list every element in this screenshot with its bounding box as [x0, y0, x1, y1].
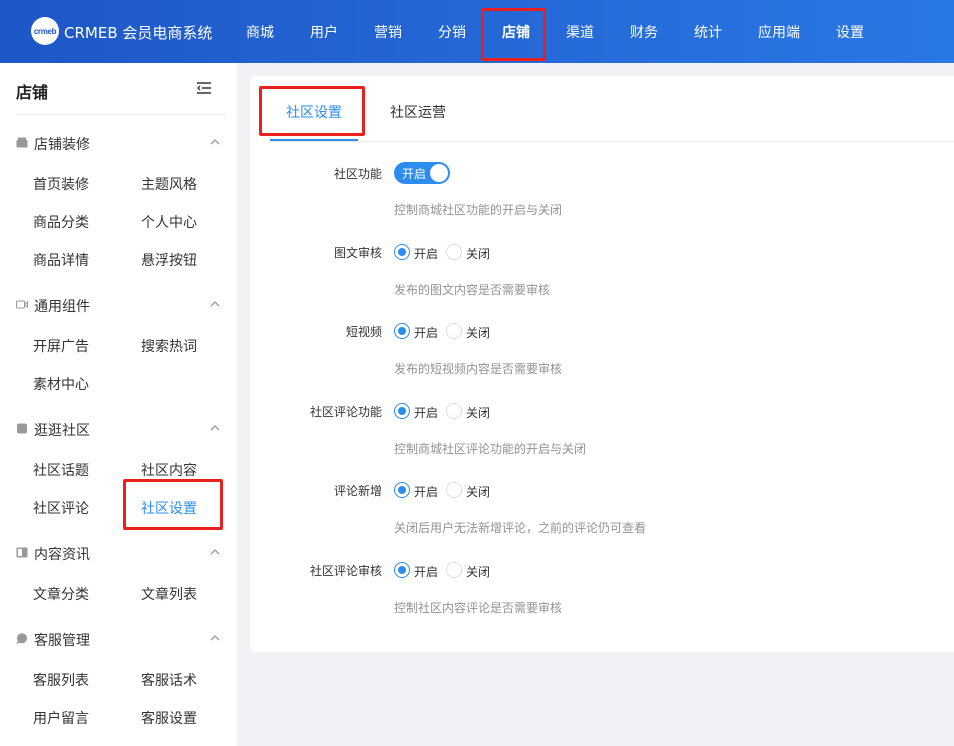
sidebar-group-content-news[interactable]: 内容资讯	[16, 543, 221, 563]
sidebar-group-common-components[interactable]: 通用组件	[16, 295, 221, 315]
sidebar-item-community-settings[interactable]: 社区设置	[141, 498, 197, 518]
help-text-image-text-review: 发布的图文内容是否需要审核	[394, 283, 551, 297]
nav-item-settings[interactable]: 设置	[836, 22, 864, 42]
radio-label: 开启	[414, 565, 439, 579]
sidebar-item-service-list[interactable]: 客服列表	[33, 670, 89, 690]
sidebar-group-label: 内容资讯	[34, 547, 90, 563]
radio-dot	[446, 482, 462, 498]
sidebar-group-customer-service[interactable]: 客服管理	[16, 629, 221, 649]
sidebar-group-label: 店铺装修	[34, 137, 90, 153]
sidebar-group-label: 通用组件	[34, 299, 90, 315]
chevron-up-icon	[210, 425, 220, 431]
sidebar-item-service-settings[interactable]: 客服设置	[141, 708, 197, 728]
sidebar-item-material-center[interactable]: 素材中心	[33, 374, 89, 394]
sidebar-group-community[interactable]: 逛逛社区	[16, 419, 221, 439]
radio-label: 关闭	[466, 406, 491, 420]
radio-dot	[394, 244, 410, 260]
switch-knob	[430, 164, 448, 182]
sidebar-item-service-scripts[interactable]: 客服话术	[141, 670, 197, 690]
sidebar-item-product-category[interactable]: 商品分类	[33, 212, 89, 232]
nav-item-channel[interactable]: 渠道	[566, 22, 594, 42]
field-label-short-video: 短视频	[345, 325, 382, 339]
radio-dot	[446, 244, 462, 260]
field-label-community-function: 社区功能	[333, 167, 382, 181]
chat-icon	[16, 633, 27, 644]
nav-item-statistics[interactable]: 统计	[694, 22, 722, 42]
chevron-up-icon	[210, 635, 220, 641]
video-icon	[16, 300, 28, 309]
sidebar-item-product-detail[interactable]: 商品详情	[33, 250, 89, 270]
sidebar-item-theme-style[interactable]: 主题风格	[141, 174, 197, 194]
tab-community-settings[interactable]: 社区设置	[286, 102, 342, 122]
help-text-comment-function: 控制商城社区评论功能的开启与关闭	[394, 442, 587, 456]
chevron-up-icon	[210, 549, 220, 555]
sidebar-item-article-list[interactable]: 文章列表	[141, 584, 197, 604]
radio-label: 关闭	[466, 485, 491, 499]
nav-item-store[interactable]: 店铺	[502, 22, 530, 42]
chevron-up-icon	[210, 301, 220, 307]
radio-label: 开启	[414, 485, 439, 499]
sidebar-item-splash-ad[interactable]: 开屏广告	[33, 336, 89, 356]
radio-label: 开启	[414, 247, 439, 261]
sidebar-item-float-button[interactable]: 悬浮按钮	[141, 250, 197, 270]
field-label-comment-review: 社区评论审核	[309, 564, 382, 578]
sidebar-group-label: 逛逛社区	[34, 423, 90, 439]
menu-collapse-icon[interactable]	[196, 81, 212, 95]
radio-dot	[446, 562, 462, 578]
radio-dot	[394, 323, 410, 339]
radio-dot	[394, 403, 410, 419]
nav-item-distribution[interactable]: 分销	[438, 22, 466, 42]
help-text-comment-add: 关闭后用户无法新增评论，之前的评论仍可查看	[394, 521, 647, 535]
sidebar-item-personal-center[interactable]: 个人中心	[141, 212, 197, 232]
sidebar-item-community-topic[interactable]: 社区话题	[33, 460, 89, 480]
sidebar-item-hot-search[interactable]: 搜索热词	[141, 336, 197, 356]
nav-item-app[interactable]: 应用端	[758, 22, 800, 42]
radio-label: 开启	[414, 326, 439, 340]
tab-community-operations[interactable]: 社区运营	[390, 102, 446, 122]
radio-label: 开启	[414, 406, 439, 420]
top-navbar: crmeb CRMEB 会员电商系统 商城 用户 营销 分销 店铺 渠道 财务 …	[0, 0, 954, 63]
article-icon	[16, 547, 28, 558]
switch-text: 开启	[402, 167, 427, 181]
radio-dot	[446, 403, 462, 419]
radio-dot	[446, 323, 462, 339]
radio-label: 关闭	[466, 326, 491, 340]
field-label-comment-add: 评论新增	[333, 484, 382, 498]
store-decor-icon	[16, 137, 28, 148]
sidebar-item-user-messages[interactable]: 用户留言	[33, 708, 89, 728]
sidebar-item-community-content[interactable]: 社区内容	[141, 460, 197, 480]
community-function-switch[interactable]: 开启	[394, 162, 450, 184]
sidebar-title: 店铺	[16, 83, 49, 102]
sidebar-item-article-category[interactable]: 文章分类	[33, 584, 89, 604]
help-text-comment-review: 控制社区内容评论是否需要审核	[394, 601, 563, 615]
chevron-up-icon	[210, 139, 220, 145]
crmeb-logo[interactable]: crmeb	[31, 17, 59, 45]
tab-active-indicator	[270, 139, 358, 141]
radio-label: 关闭	[466, 247, 491, 261]
tabs-divider	[270, 141, 954, 142]
nav-item-mall[interactable]: 商城	[246, 22, 274, 42]
sidebar-group-label: 客服管理	[34, 633, 90, 649]
field-label-image-text-review: 图文审核	[333, 246, 382, 260]
nav-item-marketing[interactable]: 营销	[374, 22, 402, 42]
sidebar-item-community-comment[interactable]: 社区评论	[33, 498, 89, 518]
field-label-comment-function: 社区评论功能	[309, 405, 382, 419]
sidebar-item-home-decor[interactable]: 首页装修	[33, 174, 89, 194]
nav-item-finance[interactable]: 财务	[630, 22, 658, 42]
help-text-community-function: 控制商城社区功能的开启与关闭	[394, 203, 563, 217]
brand-title: CRMEB 会员电商系统	[64, 24, 213, 42]
nav-item-user[interactable]: 用户	[310, 22, 338, 42]
sidebar-divider	[16, 114, 226, 115]
radio-dot	[394, 482, 410, 498]
sidebar-group-store-decor[interactable]: 店铺装修	[16, 133, 221, 153]
community-icon	[17, 423, 27, 434]
radio-label: 关闭	[466, 565, 491, 579]
radio-dot	[394, 562, 410, 578]
help-text-short-video: 发布的短视频内容是否需要审核	[394, 362, 563, 376]
